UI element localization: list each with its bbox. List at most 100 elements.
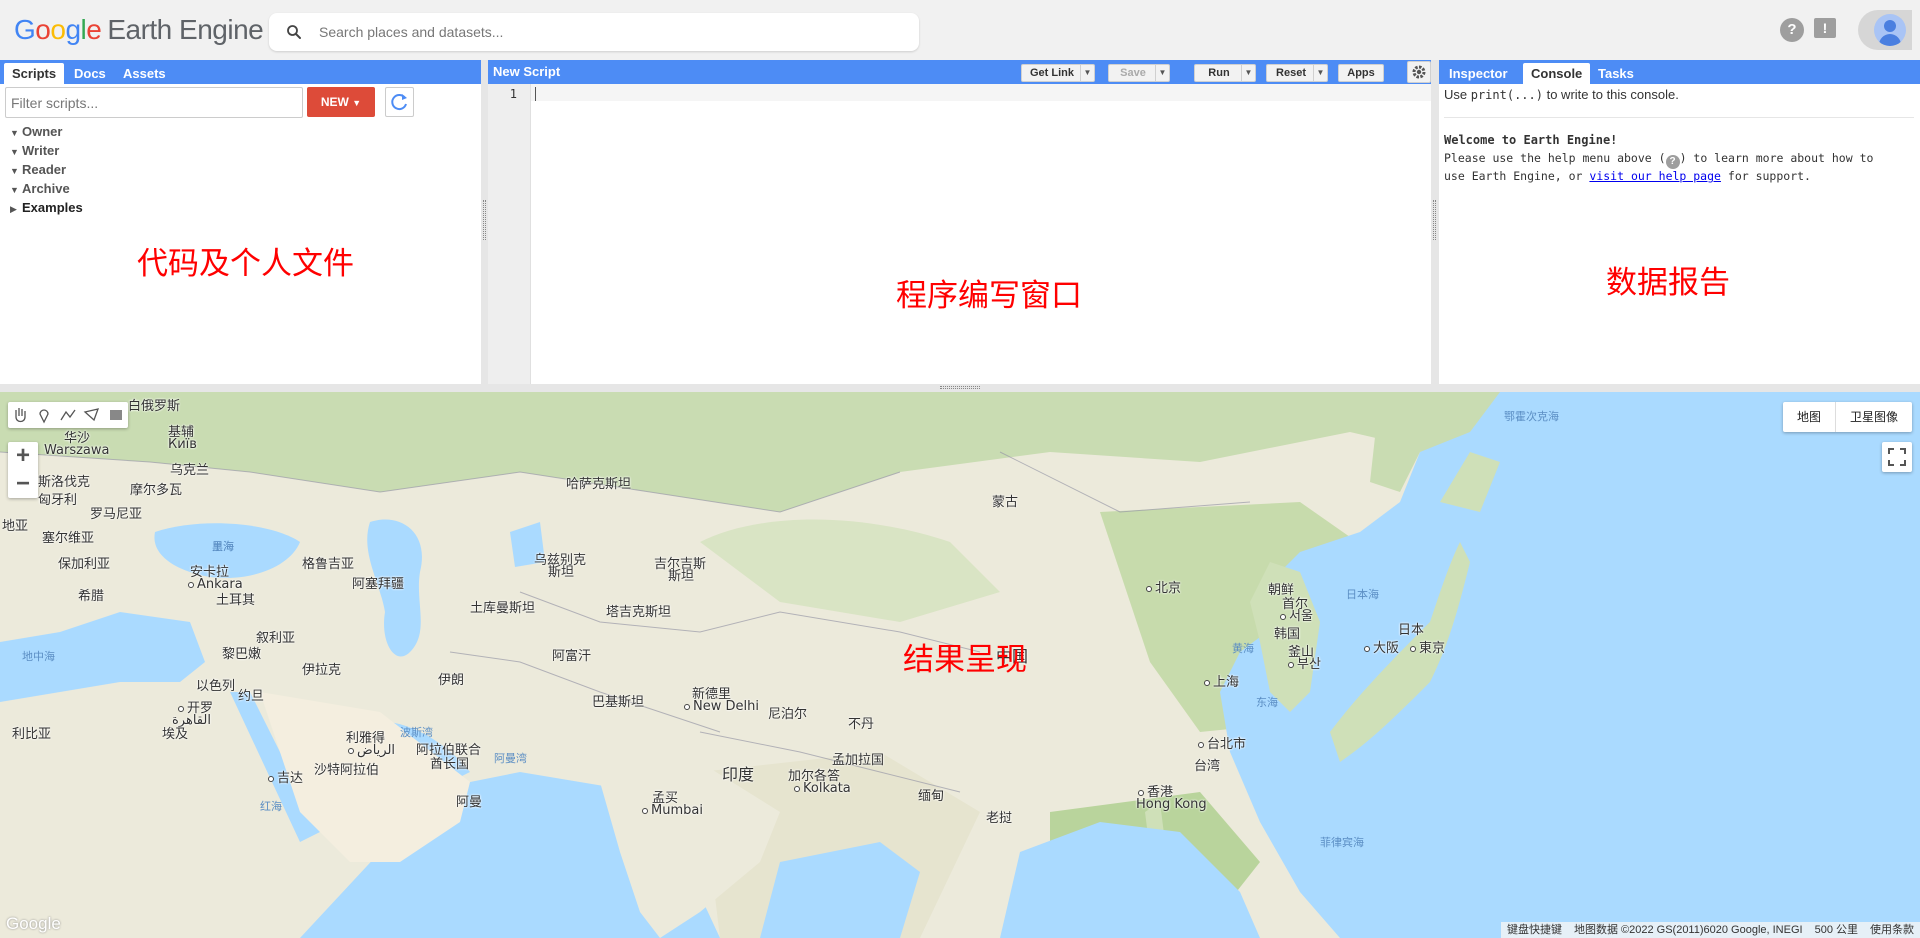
user-icon <box>1874 14 1906 46</box>
map-label-text: 土库曼斯坦 <box>470 601 536 616</box>
filter-scripts-input[interactable] <box>5 87 303 118</box>
tab-tasks[interactable]: Tasks <box>1590 63 1642 84</box>
annotation-map: 结果呈现 <box>903 642 1027 678</box>
search-input[interactable] <box>319 13 899 51</box>
map-label-yellow-sea: 黄海 <box>1232 642 1254 656</box>
tab-console[interactable]: Console <box>1523 63 1591 84</box>
left-splitter[interactable] <box>481 60 488 384</box>
search-box[interactable] <box>269 13 919 51</box>
map-label-text: 缅甸 <box>918 789 945 804</box>
map-label-oman-gulf: 阿曼湾 <box>494 752 527 766</box>
caret-down-icon[interactable]: ▼ <box>1080 65 1094 81</box>
map-label-uae: 阿拉伯联合 <box>416 744 481 758</box>
map-label-gulf: 波斯湾 <box>400 726 433 740</box>
map-label-kiev: Київ <box>168 438 197 452</box>
map-label-text: 菲律宾海 <box>1320 836 1364 849</box>
help-icon: ? <box>1665 155 1680 169</box>
marker-icon[interactable] <box>32 402 56 428</box>
map-label-kolkata: Kolkata <box>794 782 851 796</box>
splitter-grip <box>940 386 980 389</box>
reset-button[interactable]: Reset ▼ <box>1266 64 1328 82</box>
console-text-part: for support. <box>1720 169 1811 183</box>
polygon-tool-icon[interactable] <box>80 402 104 428</box>
city-dot-icon <box>268 776 274 782</box>
code-editor[interactable] <box>531 84 1431 101</box>
map-view[interactable]: + − 地图 卫星图像 白俄罗斯 基辅 Київ 华沙 Warszawa 乌克兰 斯洛伐克摩… <box>0 392 1920 938</box>
map-label-text: Mumbai <box>651 803 703 818</box>
map-type-map[interactable]: 地图 <box>1783 402 1836 432</box>
zoom-in-button[interactable]: + <box>8 442 38 470</box>
city-dot-icon <box>1364 646 1370 652</box>
save-button[interactable]: Save ▼ <box>1108 64 1170 82</box>
keyboard-shortcuts-link[interactable]: 键盘快捷键 <box>1501 922 1568 938</box>
zoom-out-button[interactable]: − <box>8 470 38 498</box>
terms-link[interactable]: 使用条款 <box>1864 922 1920 938</box>
map-label-jeddah: 吉达 <box>268 772 303 786</box>
caret-down-icon[interactable]: ▼ <box>1155 65 1169 81</box>
map-label-hungary: 匈牙利 <box>38 494 77 508</box>
map-label-romania: 罗马尼亚 <box>90 508 142 522</box>
fullscreen-icon <box>1888 448 1906 466</box>
tab-assets[interactable]: Assets <box>115 63 174 84</box>
map-label-text: Warszawa <box>44 443 110 458</box>
tree-item-writer[interactable]: ▼ Writer <box>10 141 83 160</box>
apps-button[interactable]: Apps <box>1338 64 1384 82</box>
hint-text: to write to this console. <box>1542 87 1679 102</box>
fullscreen-button[interactable] <box>1882 442 1912 472</box>
map-label-text: 利比亚 <box>12 727 52 742</box>
tab-scripts[interactable]: Scripts <box>4 63 65 84</box>
map-label-red-sea: 红海 <box>260 800 282 814</box>
google-watermark: Google <box>6 914 61 933</box>
settings-button[interactable] <box>1407 61 1431 83</box>
map-splitter[interactable] <box>0 384 1920 392</box>
hint-text: Use <box>1444 87 1471 102</box>
caret-down-icon[interactable]: ▼ <box>1313 65 1327 81</box>
expand-right-icon: ▶ <box>10 204 17 214</box>
map-label-east-sea: 东海 <box>1256 696 1278 710</box>
map-label-hongkong: Hong Kong <box>1136 798 1207 812</box>
pan-hand-icon[interactable] <box>8 402 32 428</box>
right-tabbar: Inspector Console Tasks <box>1439 60 1920 84</box>
refresh-button[interactable] <box>385 87 414 117</box>
annotation-console: 数据报告 <box>1606 265 1730 301</box>
rectangle-tool-icon[interactable] <box>104 402 128 428</box>
tab-docs[interactable]: Docs <box>66 63 114 84</box>
map-label-taiwan: 台湾 <box>1194 760 1220 774</box>
map-label-jordan: 约旦 <box>238 690 264 704</box>
map-label-text: 斯坦 <box>668 569 695 584</box>
get-link-button[interactable]: Get Link ▼ <box>1021 64 1095 82</box>
console-text-part: use Earth Engine, or <box>1444 169 1590 183</box>
map-label-beijing: 北京 <box>1146 582 1181 596</box>
tree-item-archive[interactable]: ▼ Archive <box>10 179 83 198</box>
earth-engine-logo[interactable]: Google Earth Engine <box>14 14 264 46</box>
map-label-text: 阿塞拜疆 <box>352 577 405 592</box>
map-label-text: 孟加拉国 <box>832 753 885 768</box>
feedback-icon[interactable]: ! <box>1814 18 1836 38</box>
tab-inspector[interactable]: Inspector <box>1441 63 1516 84</box>
tree-item-owner[interactable]: ▼ Owner <box>10 122 83 141</box>
map-label-text: 约旦 <box>238 689 265 704</box>
city-dot-icon <box>348 748 354 754</box>
map-label-text: القاهرة <box>172 713 211 728</box>
tree-label: Owner <box>22 124 63 139</box>
header-actions: ? ! <box>1780 10 1920 50</box>
run-button[interactable]: Run ▼ <box>1194 64 1256 82</box>
help-icon[interactable]: ? <box>1780 18 1804 42</box>
tree-item-examples[interactable]: ▶ Examples <box>10 198 83 217</box>
new-script-button[interactable]: NEW ▼ <box>307 87 375 117</box>
right-splitter[interactable] <box>1431 60 1439 384</box>
refresh-icon <box>391 94 407 111</box>
map-label-oman: 阿曼 <box>456 796 482 810</box>
map-type-satellite[interactable]: 卫星图像 <box>1836 402 1912 432</box>
tree-item-reader[interactable]: ▼ Reader <box>10 160 83 179</box>
account-avatar[interactable] <box>1858 10 1912 50</box>
editor-gutter: 1 <box>488 84 531 384</box>
help-page-link[interactable]: visit our help page <box>1589 169 1721 183</box>
editor-panel: New Script Get Link ▼ Save ▼ Run ▼ Reset ▼ A… <box>488 60 1431 384</box>
caret-down-icon[interactable]: ▼ <box>1241 65 1255 81</box>
line-tool-icon[interactable] <box>56 402 80 428</box>
scale-bar[interactable]: 500 公里 <box>1809 922 1864 938</box>
map-label-georgia: 格鲁吉亚 <box>302 558 354 572</box>
map-label-text: 以色列 <box>196 679 236 694</box>
gear-icon <box>1412 65 1426 79</box>
